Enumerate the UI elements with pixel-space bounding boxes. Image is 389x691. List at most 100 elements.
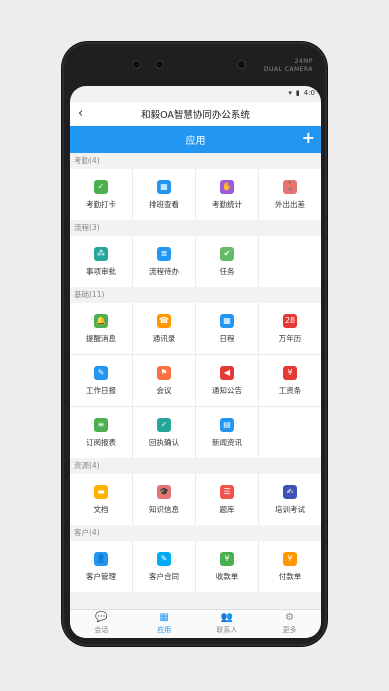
app-tile-label: 考勤打卡 (86, 199, 116, 209)
chat-icon: 💬 (95, 612, 108, 623)
app-tile[interactable]: ¥ 收款单 (196, 541, 258, 592)
section-grid: ▬ 文档 🎓 知识信息 ☰ 题库 ✍ 培训考试 (70, 474, 321, 525)
app-tile-label: 万年历 (278, 333, 302, 343)
app-tile[interactable]: ☎ 通讯录 (133, 303, 195, 354)
app-tile-label: 会议 (156, 385, 172, 395)
tab-label: 应用 (157, 626, 172, 634)
page-title: 和毅OA智慧协同办公系统 (141, 110, 250, 121)
app-tile-label: 流程待办 (149, 266, 179, 276)
camera-label-secondary: DUAL CAMERA (263, 66, 313, 73)
app-bar: 应用 + (70, 126, 321, 153)
app-screen: ▾ ▮ 4:0 ‹ 和毅OA智慧协同办公系统 应用 + 考勤(4) ✓ 考勤打卡 ▦ 排… (70, 86, 321, 638)
camera-icon (156, 61, 163, 68)
person-walk-icon: 🚶 (283, 179, 297, 194)
app-tile[interactable]: ▦ 日程 (196, 303, 258, 354)
app-tile-label: 付款单 (278, 571, 302, 581)
app-tile[interactable]: ¥ 付款单 (259, 541, 321, 592)
plus-icon[interactable]: + (302, 128, 315, 147)
app-tile[interactable]: ¥ 工资条 (259, 355, 321, 406)
tab-label: 会话 (94, 626, 109, 634)
schedule-icon: ▦ (220, 313, 234, 328)
exam-icon: ✍ (283, 484, 297, 499)
tab-grid[interactable]: ▦ 应用 (133, 610, 196, 638)
app-tile-label: 排班查看 (149, 199, 179, 209)
signal-icon: ▾ (288, 89, 292, 97)
battery-icon: ▮ (295, 89, 300, 97)
receipt-out-icon: ¥ (283, 551, 297, 566)
app-tile[interactable]: 🔔 提醒消息 (70, 303, 132, 354)
contacts-icon: ☎ (157, 313, 171, 328)
app-tile[interactable]: ✓ 回执确认 (133, 407, 195, 458)
section-header: 流程(3) (70, 220, 321, 236)
app-tile-label: 通讯录 (152, 333, 176, 343)
app-tile[interactable]: ≡ 订阅报表 (70, 407, 132, 458)
app-bar-title: 应用 (185, 136, 206, 147)
graduation-cap-icon: 🎓 (157, 484, 171, 499)
app-tile-label: 文档 (93, 504, 109, 514)
section-header: 资源(4) (70, 458, 321, 474)
title-bar: ‹ 和毅OA智慧协同办公系统 (70, 102, 321, 126)
app-tile[interactable]: ▬ 文档 (70, 474, 132, 525)
grid-icon: ▦ (159, 612, 169, 623)
contract-icon: ✎ (157, 551, 171, 566)
app-tile[interactable]: 👤 客户管理 (70, 541, 132, 592)
section-header: 客户(4) (70, 525, 321, 541)
receipt-icon: ✓ (157, 417, 171, 432)
app-tile-label: 订阅报表 (86, 437, 116, 447)
status-time: 4:0 (303, 89, 315, 97)
app-tile-label: 收款单 (215, 571, 239, 581)
camera-bar: 24MP DUAL CAMERA (62, 42, 327, 90)
app-tile[interactable]: ◀ 通知公告 (196, 355, 258, 406)
section-header: 考勤(4) (70, 153, 321, 169)
bell-icon: 🔔 (94, 313, 108, 328)
app-tile[interactable]: ▦ 排班查看 (133, 169, 195, 220)
app-tile-label: 任务 (219, 266, 235, 276)
app-tile-label: 回执确认 (149, 437, 179, 447)
folder-icon: ▬ (94, 484, 108, 499)
app-tile[interactable]: ⁂ 事项审批 (70, 236, 132, 287)
app-tile-label: 事项审批 (86, 266, 116, 276)
rear-camera-icon (238, 61, 245, 68)
app-tile-label: 提醒消息 (86, 333, 116, 343)
app-tile-label: 工作日报 (86, 385, 116, 395)
app-tile[interactable]: 🚶 外出出差 (259, 169, 321, 220)
app-tile[interactable]: ≣ 流程待办 (133, 236, 195, 287)
app-tile[interactable]: ✎ 客户合同 (133, 541, 195, 592)
tab-contacts-group[interactable]: 👥 联系人 (196, 610, 259, 638)
tab-chat[interactable]: 💬 会话 (70, 610, 133, 638)
section-grid: 🔔 提醒消息 ☎ 通讯录 ▦ 日程 28 万年历 ✎ 工作日报 ⚑ 会议 ◀ 通知公告 ¥ 工资条 ≡ 订阅报表 ✓… (70, 303, 321, 458)
user-icon: 👤 (94, 551, 108, 566)
section-header: 基础(11) (70, 287, 321, 303)
app-tile[interactable]: 🎓 知识信息 (133, 474, 195, 525)
app-tile[interactable]: ✍ 培训考试 (259, 474, 321, 525)
app-tile[interactable]: ✎ 工作日报 (70, 355, 132, 406)
app-tile-label: 外出出差 (275, 199, 305, 209)
app-tile-label: 知识信息 (149, 504, 179, 514)
back-icon[interactable]: ‹ (78, 106, 83, 121)
app-tile-label: 新闻资讯 (212, 437, 242, 447)
fingerprint-icon: ✓ (94, 179, 108, 194)
yen-icon: ¥ (283, 365, 297, 380)
app-tile[interactable]: ✔ 任务 (196, 236, 258, 287)
app-tile-label: 培训考试 (275, 504, 305, 514)
task-check-icon: ✔ (220, 246, 234, 261)
section-grid: ⁂ 事项审批 ≣ 流程待办 ✔ 任务 (70, 236, 321, 287)
app-tile[interactable]: ✓ 考勤打卡 (70, 169, 132, 220)
app-tile[interactable]: ▤ 新闻资讯 (196, 407, 258, 458)
app-tile-label: 工资条 (278, 385, 302, 395)
app-tile[interactable]: ⚑ 会议 (133, 355, 195, 406)
tab-label: 更多 (282, 626, 297, 634)
receipt-in-icon: ¥ (220, 551, 234, 566)
news-icon: ▤ (220, 417, 234, 432)
app-tile[interactable]: 28 万年历 (259, 303, 321, 354)
calendar-28-icon: 28 (283, 313, 297, 328)
sensor-icon (133, 61, 140, 68)
calendar-icon: ▦ (157, 179, 171, 194)
app-tile[interactable]: ☰ 题库 (196, 474, 258, 525)
app-tile[interactable]: ✋ 考勤统计 (196, 169, 258, 220)
tab-gear[interactable]: ⚙ 更多 (258, 610, 321, 638)
app-tile-label: 日程 (219, 333, 235, 343)
empty-tile (259, 236, 321, 287)
megaphone-icon: ◀ (220, 365, 234, 380)
empty-tile (259, 407, 321, 458)
